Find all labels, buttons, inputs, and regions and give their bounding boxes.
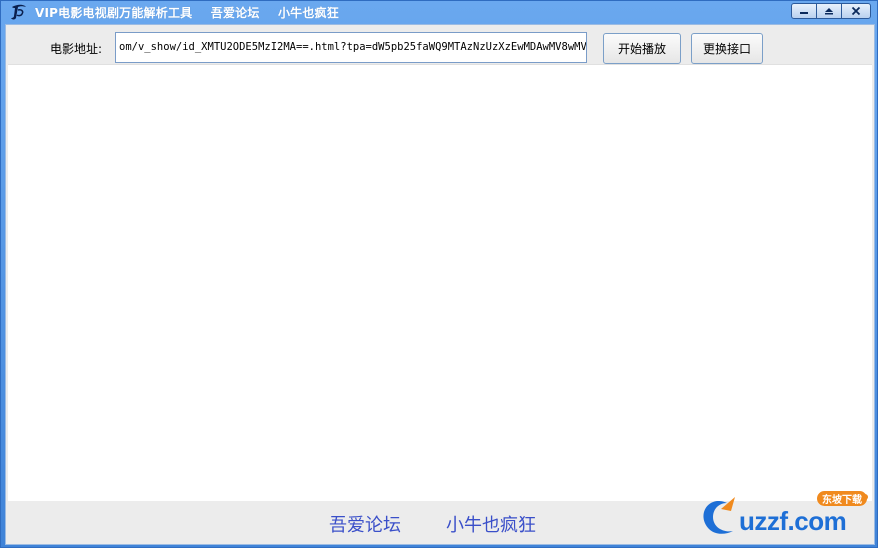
close-button[interactable] [841, 3, 871, 19]
url-input[interactable]: om/v_show/id_XMTU2ODE5MzI2MA==.html?tpa=… [115, 32, 587, 63]
title-link-author: 小牛也疯狂 [277, 6, 339, 20]
window-title: VIP电影电视剧万能解析工具 吾爱论坛 小牛也疯狂 [35, 4, 353, 21]
title-link-52pojie: 吾爱论坛 [210, 6, 260, 20]
minimize-icon [800, 12, 808, 14]
footer-link-52pojie[interactable]: 吾爱论坛 [329, 511, 401, 537]
restore-button[interactable] [816, 3, 842, 19]
watermark-tag: 东坡下载 [817, 491, 867, 506]
window-controls [791, 3, 871, 19]
footer-link-author[interactable]: 小牛也疯狂 [446, 511, 536, 537]
title-bar[interactable]: VIP电影电视剧万能解析工具 吾爱论坛 小牛也疯狂 [1, 1, 877, 24]
close-icon [851, 6, 861, 16]
restore-icon [825, 8, 833, 15]
client-area: 电影地址: om/v_show/id_XMTU2ODE5MzI2MA==.htm… [5, 24, 875, 545]
video-player-area[interactable] [8, 64, 872, 501]
watermark: 东坡下载 uzzf.com [695, 491, 871, 539]
app-logo-icon [11, 4, 26, 20]
app-title: VIP电影电视剧万能解析工具 [35, 6, 193, 20]
url-label: 电影地址: [50, 42, 103, 56]
switch-interface-button[interactable]: 更换接口 [691, 33, 763, 64]
watermark-brand: uzzf.com [739, 506, 847, 536]
app-window: VIP电影电视剧万能解析工具 吾爱论坛 小牛也疯狂 电影地址: om/v_sho… [0, 0, 878, 548]
minimize-button[interactable] [791, 3, 817, 19]
start-play-button[interactable]: 开始播放 [603, 33, 681, 64]
